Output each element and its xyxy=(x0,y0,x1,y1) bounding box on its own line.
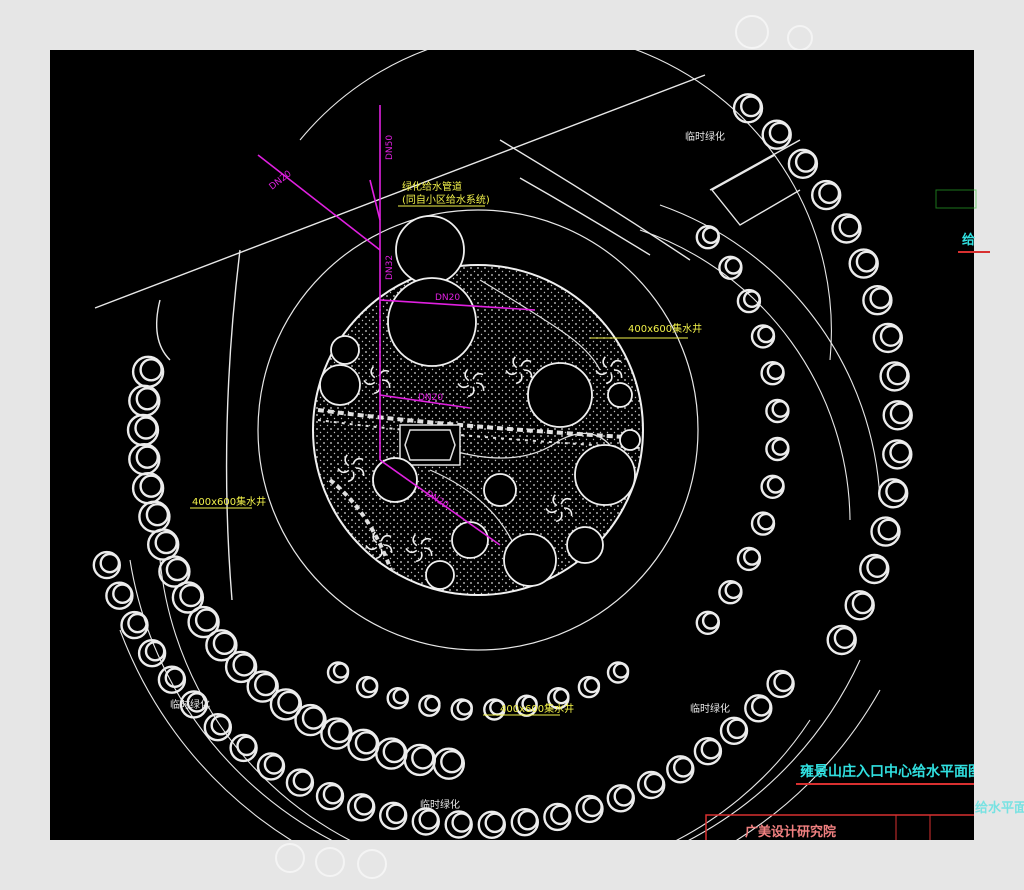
plaza-tree xyxy=(574,444,636,506)
plaza-tree xyxy=(372,457,418,503)
catch-well-label-2: 400x600集水井 xyxy=(192,495,266,508)
institute-name: 广美设计研究院 xyxy=(745,824,836,840)
temp-green-label-1: 临时绿化 xyxy=(685,130,725,143)
plaza-tree xyxy=(425,560,455,590)
pipe-dn32-label: DN32 xyxy=(385,255,395,280)
temp-green-label-4: 临时绿化 xyxy=(420,798,460,811)
pipe-dn50-label: DN50 xyxy=(385,135,395,160)
right-title-fragment: 给水平面 xyxy=(975,800,1024,816)
plaza-tree xyxy=(330,335,360,365)
pipe-note-line1: 绿化给水管道 xyxy=(402,180,462,193)
catch-well-label-1: 400x600集水井 xyxy=(628,322,702,335)
temp-green-label-3: 临时绿化 xyxy=(690,702,730,715)
drawing-title: 雍景山庄入口中心给水平面图 xyxy=(800,763,982,780)
pipe-dn20-label-a: DN20 xyxy=(435,293,460,303)
plaza-tree xyxy=(319,364,361,406)
plaza-tree xyxy=(607,382,633,408)
plaza-tree xyxy=(395,215,465,285)
temp-green-label-2: 临时绿化 xyxy=(170,698,210,711)
plaza-tree xyxy=(387,277,477,367)
plaza-tree xyxy=(566,526,604,564)
side-heading-fragment: 给 xyxy=(962,232,975,248)
pipe-dn20-label-b: DN20 xyxy=(418,393,443,403)
plaza-tree xyxy=(527,362,593,428)
catch-well-label-3: 400x600集水井 xyxy=(500,702,574,715)
pipe-note-line2: (同自小区给水系统) xyxy=(402,193,490,206)
cad-canvas: DN50 DN32 DN20 DN20 DN20 DN20 绿化给水管道 (同自… xyxy=(0,0,1024,890)
plaza-tree xyxy=(451,521,489,559)
plaza-tree xyxy=(503,533,557,587)
plaza-tree xyxy=(619,429,641,451)
plaza-tree xyxy=(483,473,517,507)
